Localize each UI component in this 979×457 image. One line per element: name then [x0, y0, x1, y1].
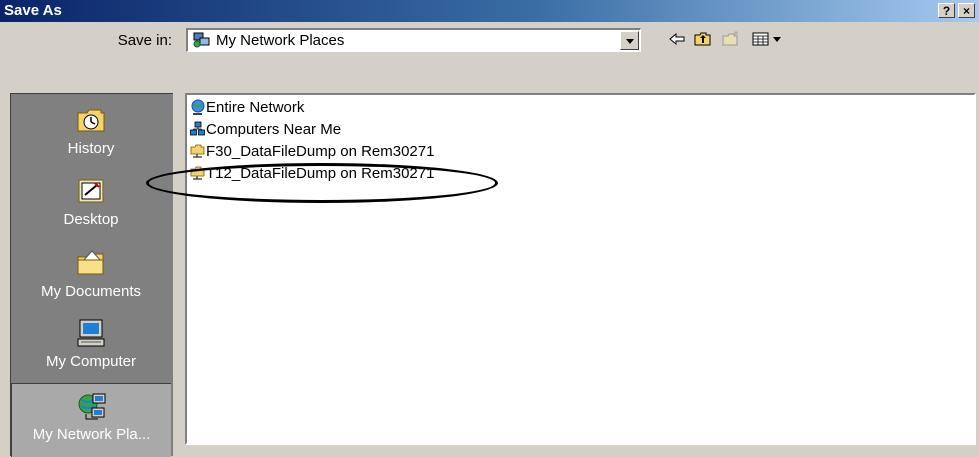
- save-in-value: My Network Places: [216, 32, 345, 49]
- back-arrow-icon[interactable]: [668, 30, 686, 48]
- file-list[interactable]: Entire Network Computers Near Me F30_Dat…: [185, 93, 976, 445]
- highlight-ellipse: [146, 163, 498, 203]
- window-title: Save As: [4, 2, 62, 19]
- entire-network-icon: [191, 99, 205, 115]
- places-history[interactable]: History: [11, 104, 171, 157]
- list-item-label: Computers Near Me: [206, 121, 342, 138]
- places-bar: History Desktop My Documents My Computer: [10, 93, 173, 457]
- my-documents-icon: [77, 250, 104, 275]
- places-my-documents[interactable]: My Documents: [11, 247, 171, 300]
- places-desktop-label: Desktop: [63, 211, 119, 228]
- places-my-network-places-label: My Network Pla...: [32, 426, 151, 443]
- save-in-label: Save in:: [117, 32, 172, 49]
- network-folder-icon: [190, 144, 205, 158]
- up-folder-icon[interactable]: [694, 30, 712, 48]
- places-my-computer-label: My Computer: [45, 353, 137, 370]
- desktop-icon: [78, 179, 104, 203]
- history-icon: [77, 109, 105, 132]
- help-button[interactable]: ?: [938, 3, 955, 18]
- places-my-network-places[interactable]: My Network Pla...: [11, 383, 171, 457]
- save-in-dropdown-button[interactable]: [620, 31, 639, 50]
- save-in-combobox[interactable]: My Network Places: [186, 28, 641, 52]
- places-history-label: History: [67, 140, 115, 157]
- network-places-icon: [193, 32, 210, 48]
- my-network-places-icon: [78, 393, 105, 420]
- new-folder-icon[interactable]: [722, 30, 740, 48]
- list-item-label: Entire Network: [206, 99, 305, 116]
- my-computer-icon: [77, 319, 105, 347]
- title-bar[interactable]: Save As ? ×: [0, 0, 979, 22]
- close-button[interactable]: ×: [958, 3, 975, 18]
- list-item-label: F30_DataFileDump on Rem30271: [206, 143, 435, 160]
- view-menu-icon[interactable]: [752, 30, 788, 48]
- places-my-computer[interactable]: My Computer: [11, 317, 171, 370]
- computers-near-me-icon: [190, 121, 205, 136]
- places-my-documents-label: My Documents: [40, 283, 142, 300]
